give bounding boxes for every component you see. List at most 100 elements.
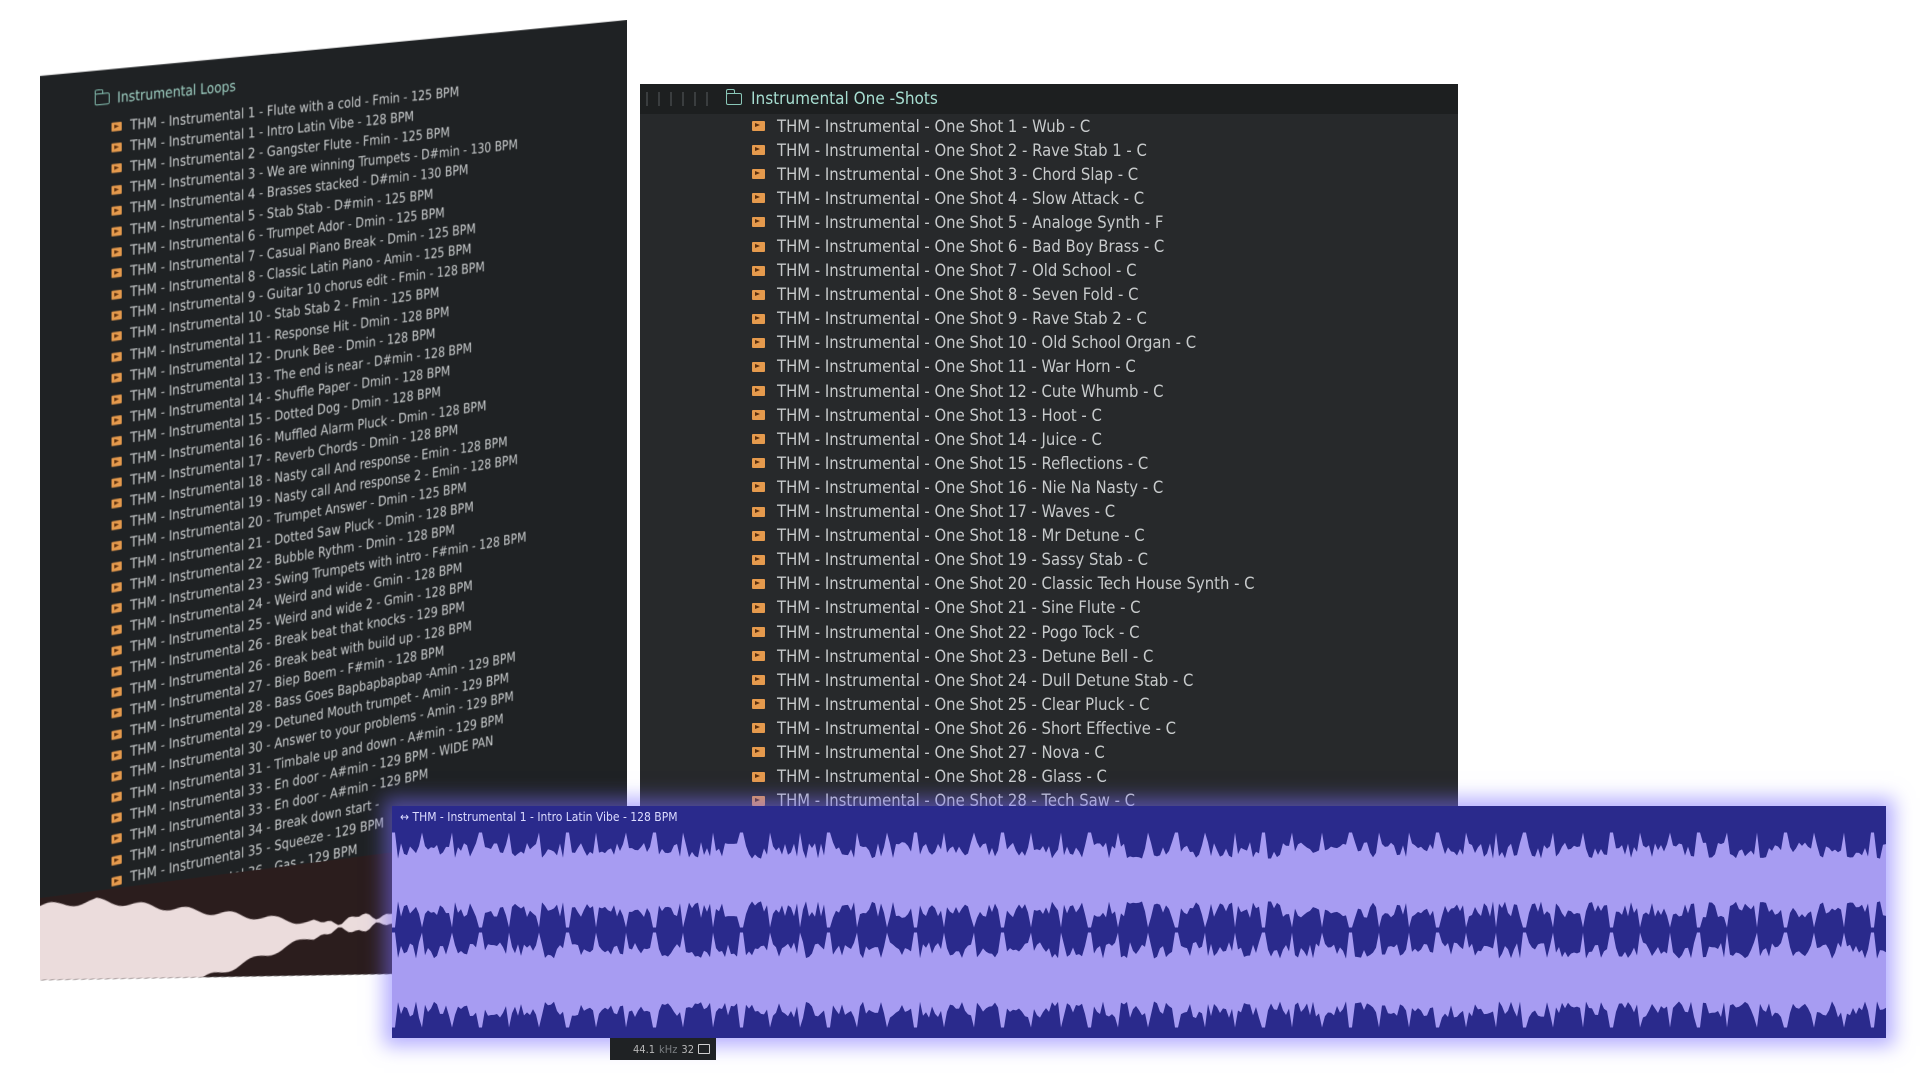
folder-icon (726, 93, 742, 105)
audio-file-icon (112, 875, 122, 886)
bit-depth-value: 32 (681, 1043, 694, 1056)
oneshot-list-item[interactable]: THM - Instrumental - One Shot 22 - Pogo … (752, 620, 1255, 644)
audio-file-icon (112, 520, 122, 531)
oneshot-list-item[interactable]: THM - Instrumental - One Shot 3 - Chord … (752, 162, 1255, 186)
oneshot-item-label: THM - Instrumental - One Shot 23 - Detun… (777, 647, 1153, 666)
oneshot-list-item[interactable]: THM - Instrumental - One Shot 9 - Rave S… (752, 307, 1255, 331)
audio-file-icon (752, 699, 765, 709)
audio-file-icon (752, 723, 765, 733)
waveform-display[interactable] (392, 830, 1886, 1034)
audio-file-icon (752, 507, 765, 517)
audio-file-icon (112, 729, 122, 740)
audio-file-icon (112, 415, 122, 425)
audio-file-icon (752, 434, 765, 444)
audio-file-icon (112, 394, 122, 404)
audio-file-icon (112, 478, 122, 488)
oneshot-list-item[interactable]: THM - Instrumental - One Shot 27 - Nova … (752, 740, 1255, 764)
audio-file-icon (752, 579, 765, 589)
audio-file-icon (112, 624, 122, 635)
browser-scene: Instrumental Loops THM - Instrumental 1 … (0, 0, 1920, 1080)
audio-file-icon (112, 834, 122, 845)
audio-file-icon (112, 603, 122, 614)
oneshot-list-item[interactable]: THM - Instrumental - One Shot 20 - Class… (752, 572, 1255, 596)
oneshot-list-item[interactable]: THM - Instrumental - One Shot 17 - Waves… (752, 500, 1255, 524)
header-grip-icon (646, 92, 716, 106)
audio-file-icon (752, 290, 765, 300)
oneshot-list-item[interactable]: THM - Instrumental - One Shot 19 - Sassy… (752, 548, 1255, 572)
audio-file-icon (752, 627, 765, 637)
audio-file-icon (112, 792, 122, 803)
audio-file-icon (752, 747, 765, 757)
oneshot-item-label: THM - Instrumental - One Shot 19 - Sassy… (777, 550, 1148, 569)
oneshot-list-item[interactable]: THM - Instrumental - One Shot 16 - Nie N… (752, 475, 1255, 499)
oneshot-item-label: THM - Instrumental - One Shot 25 - Clear… (777, 695, 1150, 714)
export-icon[interactable] (698, 1044, 710, 1054)
audio-file-icon (112, 268, 122, 278)
audio-file-icon (752, 796, 765, 806)
oneshot-item-label: THM - Instrumental - One Shot 7 - Old Sc… (777, 261, 1137, 280)
audio-file-icon (112, 352, 122, 362)
audio-file-icon (752, 121, 765, 131)
oneshot-item-label: THM - Instrumental - One Shot 10 - Old S… (777, 333, 1196, 352)
audio-file-icon (112, 540, 122, 551)
folder-icon (95, 92, 110, 105)
oneshot-list-item[interactable]: THM - Instrumental - One Shot 18 - Mr De… (752, 524, 1255, 548)
oneshot-list-item[interactable]: THM - Instrumental - One Shot 1 - Wub - … (752, 114, 1255, 138)
audio-file-icon (112, 227, 122, 237)
oneshot-item-label: THM - Instrumental - One Shot 12 - Cute … (777, 382, 1164, 401)
oneshot-list-item[interactable]: THM - Instrumental - One Shot 11 - War H… (752, 355, 1255, 379)
oneshot-list-item[interactable]: THM - Instrumental - One Shot 23 - Detun… (752, 644, 1255, 668)
audio-file-icon (752, 482, 765, 492)
oneshot-list-item[interactable]: THM - Instrumental - One Shot 26 - Short… (752, 716, 1255, 740)
oneshot-item-label: THM - Instrumental - One Shot 18 - Mr De… (777, 526, 1145, 545)
oneshot-list-item[interactable]: THM - Instrumental - One Shot 5 - Analog… (752, 210, 1255, 234)
audio-file-icon (112, 708, 122, 719)
loops-folder-header[interactable]: Instrumental Loops (95, 77, 236, 108)
oneshots-folder-header[interactable]: Instrumental One -Shots (726, 89, 938, 109)
oneshot-item-label: THM - Instrumental - One Shot 27 - Nova … (777, 743, 1105, 762)
audio-file-icon (112, 457, 122, 467)
audio-file-icon (112, 143, 122, 153)
oneshot-list-item[interactable]: THM - Instrumental - One Shot 2 - Rave S… (752, 138, 1255, 162)
loops-folder-title: Instrumental Loops (117, 77, 236, 106)
oneshot-item-label: THM - Instrumental - One Shot 16 - Nie N… (777, 478, 1163, 497)
oneshots-list: THM - Instrumental - One Shot 1 - Wub - … (752, 114, 1255, 813)
audio-file-icon (752, 145, 765, 155)
audio-file-icon (112, 645, 122, 656)
oneshot-list-item[interactable]: THM - Instrumental - One Shot 8 - Seven … (752, 283, 1255, 307)
oneshot-item-label: THM - Instrumental - One Shot 11 - War H… (777, 357, 1136, 376)
oneshot-list-item[interactable]: THM - Instrumental - One Shot 6 - Bad Bo… (752, 234, 1255, 258)
oneshot-list-item[interactable]: THM - Instrumental - One Shot 25 - Clear… (752, 692, 1255, 716)
oneshot-list-item[interactable]: THM - Instrumental - One Shot 24 - Dull … (752, 668, 1255, 692)
oneshot-list-item[interactable]: THM - Instrumental - One Shot 14 - Juice… (752, 427, 1255, 451)
oneshot-item-label: THM - Instrumental - One Shot 20 - Class… (777, 574, 1255, 593)
audio-file-icon (112, 185, 122, 195)
oneshot-item-label: THM - Instrumental - One Shot 26 - Short… (777, 719, 1176, 738)
oneshot-item-label: THM - Instrumental - One Shot 22 - Pogo … (777, 623, 1139, 642)
waveform-title: ↔ THM - Instrumental 1 - Intro Latin Vib… (400, 810, 678, 824)
audio-file-icon (752, 555, 765, 565)
oneshots-folder-title: Instrumental One -Shots (751, 89, 938, 109)
oneshot-item-label: THM - Instrumental - One Shot 9 - Rave S… (777, 309, 1147, 328)
preview-play-icon[interactable] (42, 1005, 63, 1020)
oneshot-item-label: THM - Instrumental - One Shot 14 - Juice… (777, 430, 1102, 449)
audio-file-icon (112, 750, 122, 761)
oneshot-list-item[interactable]: THM - Instrumental - One Shot 13 - Hoot … (752, 403, 1255, 427)
audio-file-icon (752, 531, 765, 541)
audio-file-icon (752, 217, 765, 227)
oneshot-item-label: THM - Instrumental - One Shot 1 - Wub - … (777, 117, 1090, 136)
oneshot-list-item[interactable]: THM - Instrumental - One Shot 10 - Old S… (752, 331, 1255, 355)
oneshot-item-label: THM - Instrumental - One Shot 3 - Chord … (777, 165, 1138, 184)
sample-rate-value: 44.1 (633, 1043, 655, 1056)
oneshot-list-item[interactable]: THM - Instrumental - One Shot 15 - Refle… (752, 451, 1255, 475)
oneshot-list-item[interactable]: THM - Instrumental - One Shot 28 - Glass… (752, 765, 1255, 789)
oneshot-list-item[interactable]: THM - Instrumental - One Shot 12 - Cute … (752, 379, 1255, 403)
oneshot-list-item[interactable]: THM - Instrumental - One Shot 4 - Slow A… (752, 186, 1255, 210)
oneshot-item-label: THM - Instrumental - One Shot 24 - Dull … (777, 671, 1193, 690)
audio-file-icon (112, 854, 122, 865)
oneshot-list-item[interactable]: THM - Instrumental - One Shot 7 - Old Sc… (752, 259, 1255, 283)
audio-file-icon (112, 373, 122, 383)
oneshot-list-item[interactable]: THM - Instrumental - One Shot 21 - Sine … (752, 596, 1255, 620)
oneshot-item-label: THM - Instrumental - One Shot 6 - Bad Bo… (777, 237, 1164, 256)
audio-file-icon (752, 651, 765, 661)
